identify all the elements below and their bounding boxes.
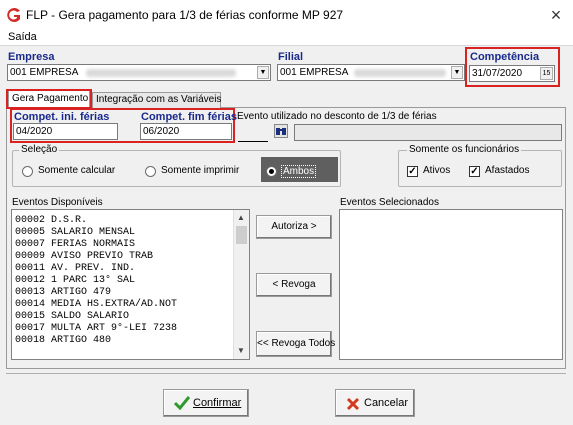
chevron-down-icon[interactable]: ▼ [451,66,463,79]
evento-description-field [294,124,562,141]
list-item[interactable]: 00018 ARTIGO 480 [15,335,177,347]
filial-label: Filial [278,51,304,63]
checkmark-icon [174,396,190,410]
cancelar-label: Cancelar [364,397,409,409]
funcionarios-title: Somente os funcionários [407,144,522,155]
list-item[interactable]: 00012 1 PARC 13° SAL [15,275,177,287]
app-logo-icon [7,8,20,22]
list-item[interactable]: 00002 D.S.R. [15,215,177,227]
compet-ini-label: Compet. ini. férias [14,111,110,123]
eventos-selecionados-list[interactable] [339,209,563,360]
checkbox-ativos-label: Ativos [423,165,451,176]
redacted-text [86,69,236,77]
competencia-value: 31/07/2020 [472,68,523,79]
list-scrollbar[interactable]: ▲ ▼ [233,210,249,359]
list-item[interactable]: 00007 FERIAS NORMAIS [15,239,177,251]
calendar-icon[interactable]: 15 [540,67,553,80]
revoga-button[interactable]: < Revoga [256,273,332,297]
radio-somente-imprimir[interactable] [145,166,156,177]
eventos-selecionados-label: Eventos Selecionados [340,197,439,208]
checkbox-afastados-label: Afastados [485,165,530,176]
compet-fim-label: Compet. fim férias [141,111,237,123]
empresa-value: 001 EMPRESA [10,67,79,78]
confirmar-button[interactable]: Confirmar [163,389,249,417]
eventos-disponiveis-list[interactable]: 00002 D.S.R. 00005 SALARIO MENSAL 00007 … [11,209,250,360]
close-button[interactable]: × [545,4,567,26]
compet-fim-input[interactable]: 06/2020 [140,123,232,140]
checkbox-ativos[interactable]: ✓ [407,166,418,177]
empresa-label: Empresa [8,51,55,63]
menu-saida[interactable]: Saída [8,31,37,43]
competencia-label: Competência [470,51,540,63]
filial-value: 001 EMPRESA [280,67,349,78]
cancelar-button[interactable]: Cancelar [335,389,415,417]
autoriza-button[interactable]: Autoriza > [256,215,332,239]
compet-ini-input[interactable]: 04/2020 [13,123,118,140]
competencia-date-field[interactable]: 31/07/2020 15 [469,65,555,82]
radio-ambos-label: Ambos [281,165,317,178]
list-item[interactable]: 00015 SALDO SALARIO [15,311,177,323]
evento-code-input[interactable] [238,125,268,142]
list-item[interactable]: 00013 ARTIGO 479 [15,287,177,299]
redacted-text [354,69,446,77]
eventos-disponiveis-label: Eventos Disponíveis [12,197,103,208]
chevron-up-icon[interactable]: ▲ [237,213,245,222]
filial-select[interactable]: 001 EMPRESA ▼ [277,64,465,81]
chevron-down-icon[interactable]: ▼ [257,66,269,79]
binoculars-icon[interactable] [274,124,288,138]
radio-somente-calcular[interactable] [22,166,33,177]
tab-highlight [6,89,92,109]
list-item[interactable]: 00011 AV. PREV. IND. [15,263,177,275]
confirmar-label: Confirmar [193,397,242,409]
chevron-down-icon[interactable]: ▼ [237,346,245,355]
x-mark-icon [346,397,360,411]
list-item[interactable]: 00014 MEDIA HS.EXTRA/AD.NOT [15,299,177,311]
radio-ambos[interactable] [266,166,277,177]
revoga-todos-button[interactable]: << Revoga Todos [256,331,335,357]
list-item[interactable]: 00009 AVISO PREVIO TRAB [15,251,177,263]
divider [6,373,566,374]
radio-somente-calcular-label: Somente calcular [38,165,116,176]
checkbox-afastados[interactable]: ✓ [469,166,480,177]
scroll-thumb[interactable] [236,226,247,244]
selecao-title: Seleção [19,144,60,155]
evento-label: Evento utilizado no desconto de 1/3 de f… [237,111,437,122]
empresa-select[interactable]: 001 EMPRESA ▼ [7,64,271,81]
list-item[interactable]: 00017 MULTA ART 9°-LEI 7238 [15,323,177,335]
tab-integracao[interactable]: Integração com as Variáveis [92,92,221,108]
list-item[interactable]: 00005 SALARIO MENSAL [15,227,177,239]
radio-somente-imprimir-label: Somente imprimir [161,165,240,176]
window-title: FLP - Gera pagamento para 1/3 de férias … [26,8,344,22]
